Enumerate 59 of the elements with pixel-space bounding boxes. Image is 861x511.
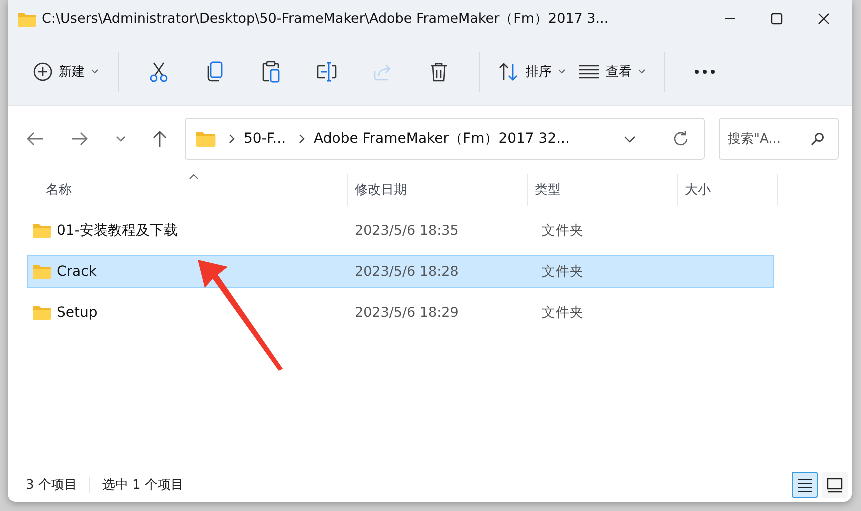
breadcrumb[interactable]: 50-F...: [244, 131, 286, 147]
column-header[interactable]: 大小: [678, 174, 778, 206]
tiles-view-button[interactable]: [822, 472, 848, 498]
chevron-down-icon: [638, 69, 646, 74]
maximize-icon[interactable]: [771, 13, 783, 25]
modified-date: 2023/5/6 18:29: [355, 304, 459, 320]
chevron-down-icon[interactable]: [116, 136, 126, 142]
rename-icon: [316, 60, 338, 82]
chevron-down-icon: [558, 69, 566, 74]
selection-count: 选中 1 个项目: [102, 477, 184, 494]
back-icon[interactable]: [26, 131, 44, 147]
sort-up-icon: [189, 174, 199, 180]
item-count: 3 个项目: [26, 477, 78, 494]
search-icon: [811, 132, 825, 146]
sort-button[interactable]: 排序: [492, 52, 572, 92]
sort-icon: [498, 62, 520, 82]
folder-icon: [33, 223, 51, 238]
column-header[interactable]: 修改日期: [348, 174, 528, 206]
view-button[interactable]: 查看: [572, 52, 652, 92]
list-icon: [798, 478, 812, 492]
modified-date: 2023/5/6 18:35: [355, 222, 459, 238]
file-name: 01-安装教程及下载: [57, 222, 178, 240]
file-type: 文件夹: [542, 222, 584, 240]
chevron-down-icon: [91, 69, 99, 74]
up-icon[interactable]: [152, 130, 168, 148]
file-row[interactable]: Crack 2023/5/6 18:28 文件夹: [27, 255, 774, 288]
close-icon[interactable]: [818, 13, 830, 25]
file-name: Setup: [57, 304, 98, 320]
tile-icon: [827, 478, 843, 492]
column-header[interactable]: 类型: [528, 174, 678, 206]
address-bar[interactable]: 50-F... Adobe FrameMaker（Fm）2017 32...: [185, 118, 705, 160]
details-view-button[interactable]: [792, 472, 818, 498]
file-type: 文件夹: [542, 304, 584, 322]
file-name: Crack: [57, 264, 97, 280]
column-header[interactable]: 名称: [28, 174, 348, 206]
refresh-icon[interactable]: [672, 130, 690, 148]
folder-icon: [33, 305, 51, 320]
copy-icon: [205, 60, 225, 82]
new-button[interactable]: 新建: [26, 52, 106, 92]
folder-icon: [33, 264, 51, 279]
search-field[interactable]: 搜索"A...: [719, 118, 839, 160]
breadcrumb[interactable]: Adobe FrameMaker（Fm）2017 32...: [314, 130, 570, 148]
folder-icon: [196, 131, 216, 147]
file-type: 文件夹: [542, 262, 584, 280]
scissors-icon: [149, 60, 169, 82]
more-icon: [694, 68, 716, 74]
trash-icon: [429, 60, 449, 82]
folder-icon: [18, 12, 36, 26]
plus-icon: [33, 62, 53, 82]
chevron-right-icon: [229, 134, 235, 144]
forward-icon[interactable]: [71, 131, 89, 147]
chevron-down-icon[interactable]: [624, 136, 636, 142]
chevron-right-icon: [299, 134, 306, 144]
clipboard-icon: [261, 60, 281, 82]
file-row[interactable]: Setup 2023/5/6 18:29 文件夹: [27, 296, 774, 329]
lines-icon: [578, 64, 600, 80]
modified-date: 2023/5/6 18:28: [355, 264, 459, 280]
file-row[interactable]: 01-安装教程及下载 2023/5/6 18:35 文件夹: [27, 214, 774, 247]
window-title: C:\Users\Administrator\Desktop\50-FrameMaker\Adobe FrameMaker（Fm）2017 3...: [42, 10, 609, 28]
